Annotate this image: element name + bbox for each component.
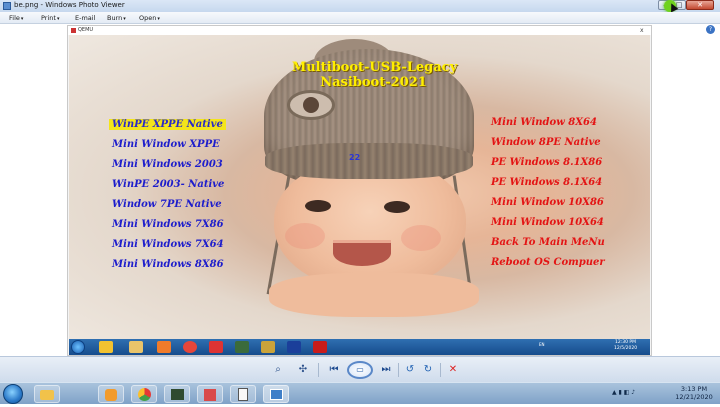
- menu-print-label: Print: [41, 14, 56, 22]
- displayed-image: QEMU x Multiboot-USB-Legacy Nasiboot-202…: [67, 25, 652, 356]
- chevron-down-icon: ▾: [56, 16, 60, 22]
- photo-viewer-app-icon: [3, 2, 11, 10]
- qemu-guest-taskbar: EN 12:30 PM 12/5/2020: [69, 339, 650, 355]
- boot-option-left-7[interactable]: Mini Windows 8X86: [112, 259, 224, 270]
- media-player-icon[interactable]: [98, 385, 124, 403]
- next-icon[interactable]: ⏭: [378, 363, 394, 377]
- boot-menu-screen: Multiboot-USB-Legacy Nasiboot-2021 22 Wi…: [69, 35, 650, 339]
- boot-option-left-0[interactable]: WinPE XPPE Native: [109, 119, 226, 130]
- qemu-close-icon: x: [640, 27, 644, 34]
- menu-open[interactable]: Open▾: [139, 14, 160, 22]
- guest-monitor-icon: [287, 341, 301, 353]
- guest-ie-icon: [99, 341, 113, 353]
- countdown-timer: 22: [349, 153, 361, 162]
- guest-terminal-icon: [235, 341, 249, 353]
- boot-option-right-2[interactable]: PE Windows 8.1X86: [491, 157, 602, 168]
- boot-option-right-6[interactable]: Back To Main MeNu: [491, 237, 605, 248]
- boot-option-right-7[interactable]: Reboot OS Compuer: [491, 257, 605, 268]
- boot-option-right-3[interactable]: PE Windows 8.1X64: [491, 177, 602, 188]
- boot-title-line1: Multiboot-USB-Legacy: [291, 60, 458, 75]
- boot-option-right-0[interactable]: Mini Window 8X64: [491, 117, 597, 128]
- qemu-title-bar: QEMU x: [68, 26, 651, 35]
- boot-option-left-3[interactable]: WinPE 2003- Native: [112, 179, 224, 190]
- boot-title-line2: Nasiboot-2021: [320, 75, 427, 90]
- boot-option-left-5[interactable]: Mini Windows 7X86: [112, 219, 224, 230]
- guest-tool-icon: [261, 341, 275, 353]
- guest-app-icon: [209, 341, 223, 353]
- menu-file-label: File: [9, 14, 20, 22]
- menu-email-label: E-mail: [75, 14, 96, 22]
- guest-media-icon: [157, 341, 171, 353]
- baby-eye-left: [305, 200, 331, 212]
- chrome-icon[interactable]: [131, 385, 157, 403]
- chevron-down-icon: ▾: [123, 16, 126, 22]
- window-title: be.png - Windows Photo Viewer: [14, 1, 125, 9]
- boot-option-right-4[interactable]: Mini Window 10X86: [491, 197, 604, 208]
- guest-red-app-icon: [313, 341, 327, 353]
- image-viewer-icon[interactable]: [263, 385, 289, 403]
- guest-folder-icon: [129, 341, 143, 353]
- notepad-icon[interactable]: [230, 385, 256, 403]
- guest-chrome-icon: [183, 341, 197, 353]
- baby-cheek-right: [401, 225, 441, 251]
- chevron-down-icon: ▾: [157, 16, 160, 22]
- guest-start-icon: [71, 340, 85, 354]
- windows-taskbar: ▲ ▮ ◧ ♪ 3:13 PM 12/21/2020: [0, 382, 720, 404]
- menu-burn[interactable]: Burn▾: [107, 14, 126, 22]
- delete-icon[interactable]: ✕: [447, 363, 459, 377]
- title-bar: be.png - Windows Photo Viewer – □ ✕: [0, 0, 720, 13]
- actual-size-icon[interactable]: ✣: [296, 363, 310, 377]
- boot-option-left-1[interactable]: Mini Window XPPE: [112, 139, 220, 150]
- toolbar-divider: [318, 363, 319, 377]
- toolbar-divider: [440, 363, 441, 377]
- hat-owl-pupil: [303, 97, 319, 113]
- close-button[interactable]: ✕: [686, 0, 714, 10]
- slideshow-button[interactable]: ▭: [347, 361, 373, 379]
- help-icon[interactable]: ?: [706, 25, 715, 34]
- menu-file[interactable]: File▾: [9, 14, 23, 22]
- guest-clock-date: 12/5/2020: [614, 346, 638, 351]
- baby-eye-right: [384, 201, 410, 213]
- qemu-title: QEMU: [78, 27, 94, 33]
- baby-cheek-left: [285, 223, 325, 249]
- rotate-left-icon[interactable]: ↺: [404, 363, 416, 377]
- menu-open-label: Open: [139, 14, 157, 22]
- system-clock[interactable]: 3:13 PM 12/21/2020: [672, 385, 716, 401]
- apps-icon[interactable]: [197, 385, 223, 403]
- system-clock-date: 12/21/2020: [675, 393, 713, 401]
- chevron-down-icon: ▾: [20, 16, 24, 22]
- menu-print[interactable]: Print▾: [41, 14, 59, 22]
- toolbar-divider: [398, 363, 399, 377]
- boot-option-right-5[interactable]: Mini Window 10X64: [491, 217, 604, 228]
- system-tray[interactable]: ▲ ▮ ◧ ♪: [612, 389, 635, 396]
- hat-brim: [265, 143, 473, 179]
- menu-burn-label: Burn: [107, 14, 123, 22]
- guest-tray-language: EN: [539, 342, 545, 347]
- menu-email[interactable]: E-mail: [75, 14, 95, 22]
- boot-option-left-2[interactable]: Mini Windows 2003: [112, 159, 223, 170]
- baby-mouth: [333, 240, 391, 266]
- qemu-icon: [71, 28, 76, 33]
- folder-icon[interactable]: [34, 385, 60, 403]
- viewer-toolbar: ⌕ ✣ ⏮ ▭ ⏭ ↺ ↻ ✕: [0, 356, 720, 382]
- start-button[interactable]: [3, 384, 23, 404]
- guest-clock: 12:30 PM 12/5/2020: [614, 340, 637, 352]
- boot-option-left-6[interactable]: Mini Windows 7X64: [112, 239, 224, 250]
- photo-viewer-window: be.png - Windows Photo Viewer – □ ✕ File…: [0, 0, 720, 382]
- terminal-icon[interactable]: [164, 385, 190, 403]
- system-clock-time: 3:13 PM: [680, 385, 708, 393]
- menu-bar: File▾ Print▾ E-mail Burn▾ Open▾ ?: [0, 12, 720, 34]
- boot-option-left-4[interactable]: Window 7PE Native: [112, 199, 222, 210]
- rotate-right-icon[interactable]: ↻: [422, 363, 434, 377]
- boot-option-right-1[interactable]: Window 8PE Native: [491, 137, 601, 148]
- baby-hands: [269, 273, 479, 317]
- previous-icon[interactable]: ⏮: [326, 363, 342, 377]
- zoom-icon[interactable]: ⌕: [268, 363, 288, 377]
